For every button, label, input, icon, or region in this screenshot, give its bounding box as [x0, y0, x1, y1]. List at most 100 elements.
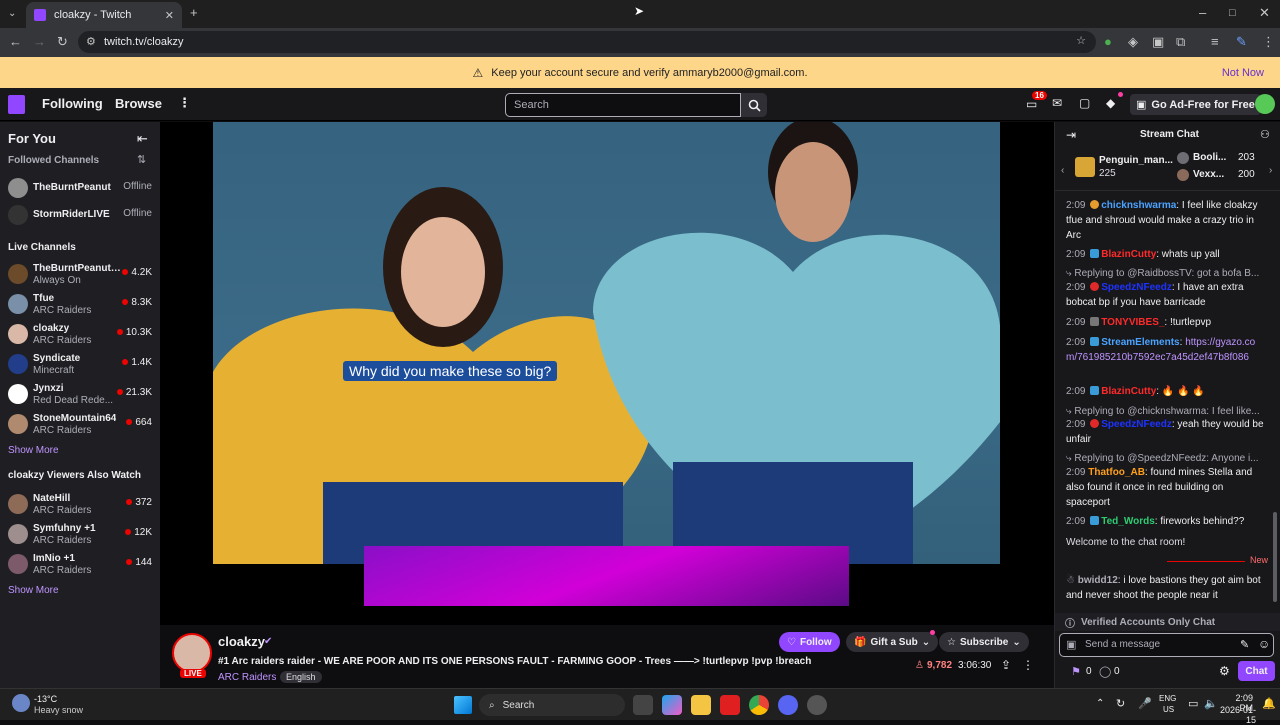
channel-name[interactable]: cloakzy — [218, 634, 265, 649]
browser-tab[interactable]: cloakzy - Twitch ✕ — [26, 2, 182, 28]
chat-input[interactable]: ▣ Send a message ✎ ☺ — [1059, 633, 1274, 657]
url-field[interactable]: ⚙ twitch.tv/cloakzy ☆ — [78, 31, 1096, 53]
sidebar-item-stormriderlive[interactable]: StormRiderLIVE Offline — [0, 200, 160, 230]
chat-scrollbar[interactable] — [1273, 512, 1277, 602]
tab-search-icon[interactable]: ⌄ — [8, 7, 16, 21]
sidebar-item-also-watch[interactable]: NateHill ARC Raiders 372 — [0, 489, 160, 519]
chevron-down-icon: ⌄ — [1012, 636, 1021, 648]
close-tab-icon[interactable]: ✕ — [165, 9, 174, 22]
chat-send-button[interactable]: Chat — [1238, 661, 1275, 681]
browser-menu-icon[interactable]: ⋮ — [1262, 35, 1275, 49]
show-more-also-watch-link[interactable]: Show More — [8, 585, 59, 596]
extension-grammarly-icon[interactable]: ● — [1104, 35, 1112, 49]
stream-info-bar: LIVE cloakzy ✔ #1 Arc raiders raider - W… — [160, 625, 1054, 688]
whispers-icon[interactable]: ▢ — [1079, 96, 1090, 110]
search-input[interactable]: Search — [505, 93, 741, 117]
avatar — [1177, 169, 1189, 181]
sort-icon[interactable]: ⇅ — [137, 153, 146, 166]
taskbar-search[interactable]: ⌕ Search — [479, 694, 625, 716]
channel-points-icon[interactable]: ⚑ — [1071, 665, 1081, 678]
collapse-sidebar-icon[interactable]: ⇤ — [137, 131, 148, 147]
inbox-icon[interactable]: ✉ — [1052, 96, 1062, 110]
not-now-button[interactable]: Not Now — [1222, 67, 1264, 79]
badge-icon[interactable]: ▣ — [1066, 638, 1076, 651]
twitch-top-nav: Following Browse ⋮ Search ▭ 16 ✉ ▢ ◆ ▣ G… — [0, 88, 1280, 121]
site-info-icon[interactable]: ⚙ — [86, 35, 96, 48]
community-icon[interactable]: ⚇ — [1260, 128, 1270, 141]
bits-icon[interactable]: ◆ — [1106, 96, 1115, 110]
sidebar-item-live[interactable]: Tfue ARC Raiders 8.3K — [0, 289, 160, 319]
bookmark-star-icon[interactable]: ☆ — [1076, 34, 1086, 47]
live-badge: LIVE — [180, 669, 206, 678]
extension-icon[interactable]: ▣ — [1152, 35, 1164, 49]
channel-name: Tfue — [33, 293, 55, 304]
weather-icon[interactable] — [12, 694, 30, 712]
discord-icon[interactable] — [778, 695, 798, 715]
maximize-icon[interactable]: □ — [1229, 6, 1236, 20]
tray-chevron-icon[interactable]: ⌃ — [1096, 698, 1104, 709]
chrome-icon[interactable] — [749, 695, 769, 715]
sidebar-item-theburntpeanut[interactable]: TheBurntPeanut Offline — [0, 173, 160, 203]
reading-list-icon[interactable]: ≡ — [1211, 35, 1219, 49]
task-view-icon[interactable] — [633, 695, 653, 715]
new-tab-icon[interactable]: + — [190, 6, 198, 20]
chat-message: 2:09 BlazinCutty: whats up yall — [1066, 249, 1220, 260]
notification-bell-icon[interactable]: 🔔 — [1262, 697, 1276, 710]
leaderboard-next-icon[interactable]: › — [1269, 165, 1272, 176]
tag-pill[interactable]: English — [280, 671, 322, 683]
channel-game: Always On — [33, 275, 81, 286]
extension-icon[interactable]: ◈ — [1128, 35, 1138, 49]
file-explorer-icon[interactable] — [691, 695, 711, 715]
more-menu-icon[interactable]: ⋮ — [178, 95, 191, 111]
sidebar-item-live[interactable]: cloakzy ARC Raiders 10.3K — [0, 319, 160, 349]
lang-label[interactable]: ENG — [1159, 694, 1176, 703]
minimize-icon[interactable]: – — [1199, 6, 1206, 20]
reload-icon[interactable]: ↻ — [57, 35, 68, 49]
sidebar-item-live[interactable]: Jynxzi Red Dead Rede... 21.3K — [0, 379, 160, 409]
search-placeholder: Search — [514, 99, 549, 111]
user-avatar[interactable] — [1255, 94, 1275, 114]
stream-title: #1 Arc raiders raider - WE ARE POOR AND … — [218, 656, 812, 667]
channel-name: TheBurntPeanut — [33, 182, 111, 193]
tray-app-icon[interactable]: ↻ — [1116, 697, 1125, 710]
subscribe-button[interactable]: ☆ Subscribe ⌄ — [939, 632, 1029, 652]
microphone-icon[interactable]: 🎤 — [1138, 697, 1152, 710]
youtube-icon[interactable] — [720, 695, 740, 715]
close-window-icon[interactable]: ✕ — [1259, 6, 1270, 20]
show-more-live-link[interactable]: Show More — [8, 445, 59, 456]
chat-message: 2:09 StreamElements: https://gyazo.com/7… — [1066, 337, 1256, 363]
twitch-logo-icon[interactable] — [8, 95, 25, 114]
category-link[interactable]: ARC Raiders — [218, 672, 276, 683]
follow-button[interactable]: ♡ Follow — [779, 632, 840, 652]
leaderboard-prev-icon[interactable]: ‹ — [1061, 165, 1064, 176]
extensions-puzzle-icon[interactable]: ⧉ — [1176, 35, 1185, 49]
hype-icon[interactable]: ◯ — [1099, 665, 1111, 678]
video-player[interactable]: Why did you make these so big? — [160, 122, 1054, 625]
app-icon[interactable] — [807, 695, 827, 715]
channel-status: Offline — [123, 208, 152, 219]
back-icon[interactable]: ← — [9, 35, 22, 49]
go-ad-free-button[interactable]: ▣ Go Ad-Free for Free — [1130, 94, 1261, 115]
emote-picker-icon[interactable]: ☺ — [1258, 637, 1270, 651]
nav-browse[interactable]: Browse — [115, 96, 162, 111]
network-icon[interactable]: ▭ — [1188, 697, 1198, 710]
windows-start-icon[interactable] — [454, 696, 472, 714]
search-button[interactable] — [741, 93, 767, 117]
extension-icon[interactable]: ✎ — [1236, 35, 1247, 49]
sidebar-item-also-watch[interactable]: ImNio +1 ARC Raiders 144 — [0, 549, 160, 579]
sidebar-item-also-watch[interactable]: Symfuhny +1 ARC Raiders 12K — [0, 519, 160, 549]
channel-avatar[interactable] — [172, 633, 212, 673]
video-frame[interactable]: Why did you make these so big? — [213, 122, 1000, 564]
share-icon[interactable]: ⇪ — [1001, 658, 1011, 672]
copilot-icon[interactable] — [662, 695, 682, 715]
forward-icon[interactable]: → — [33, 35, 46, 49]
bits-cheer-icon[interactable]: ✎ — [1240, 638, 1249, 651]
sidebar-item-live[interactable]: TheBurntPeanut_... Always On 4.2K — [0, 259, 160, 289]
more-options-icon[interactable]: ⋮ — [1022, 658, 1034, 672]
gift-sub-button[interactable]: 🎁 Gift a Sub ⌄ — [846, 632, 939, 652]
sidebar-item-live[interactable]: StoneMountain64 ARC Raiders 664 — [0, 409, 160, 439]
collapse-chat-icon[interactable]: ⇥ — [1066, 128, 1076, 142]
sidebar-item-live[interactable]: Syndicate Minecraft 1.4K — [0, 349, 160, 379]
nav-following[interactable]: Following — [42, 96, 103, 111]
chat-settings-gear-icon[interactable]: ⚙ — [1219, 664, 1230, 678]
